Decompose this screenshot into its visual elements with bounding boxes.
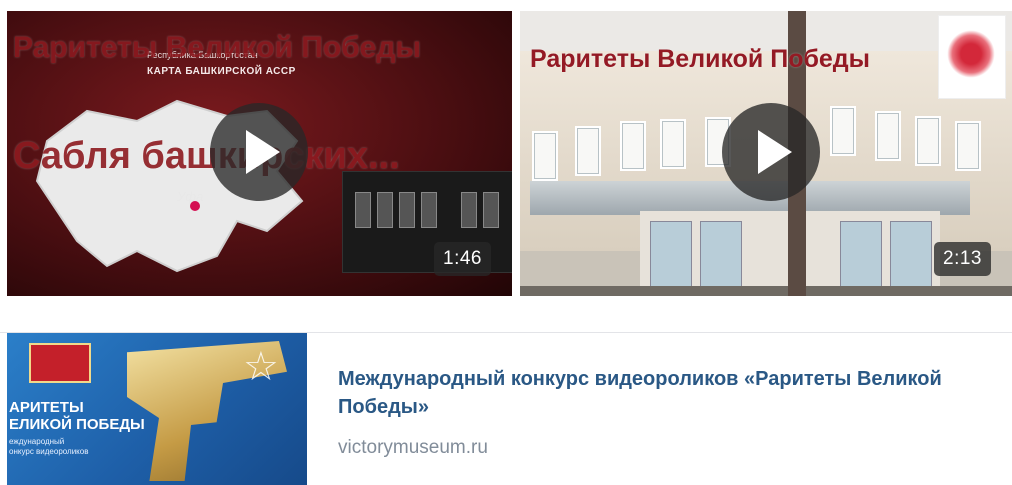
building-window — [915, 116, 941, 166]
scene-label-map: КАРТА БАШКИРСКОЙ АССР — [147, 66, 296, 77]
star-icon: ☆ — [243, 345, 279, 389]
logo-emblem-icon — [947, 30, 995, 78]
exhibit-frame — [399, 192, 415, 228]
shop-window — [700, 221, 742, 293]
exhibit-frame — [483, 192, 499, 228]
building-window — [575, 126, 601, 176]
video-2-overlay-title: Раритеты Великой Победы — [530, 45, 871, 73]
thumb-subtitle: еждународный онкурс видеороликов — [9, 437, 88, 457]
thumb-subtitle-line-1: еждународный — [9, 437, 65, 446]
play-icon — [758, 130, 792, 174]
link-thumbnail[interactable]: ☆ АРИТЕТЫ ЕЛИКОЙ ПОБЕДЫ еждународный онк… — [7, 333, 307, 485]
shop-window — [840, 221, 882, 293]
badge-graphic — [29, 343, 91, 383]
building-window — [955, 121, 981, 171]
building-window — [532, 131, 558, 181]
link-domain[interactable]: victorymuseum.ru — [338, 437, 488, 459]
video-thumbnail-1[interactable]: Республика Башкортостан КАРТА БАШКИРСКОЙ… — [7, 11, 512, 296]
building-window — [660, 119, 686, 169]
link-preview-card[interactable]: ☆ АРИТЕТЫ ЕЛИКОЙ ПОБЕДЫ еждународный онк… — [0, 333, 1012, 485]
thumb-subtitle-line-2: онкурс видеороликов — [9, 447, 89, 456]
video-duration: 1:46 — [434, 242, 491, 276]
link-title[interactable]: Международный конкурс видеороликов «Рари… — [338, 365, 978, 421]
video-1-overlay-title: Раритеты Великой Победы — [13, 31, 422, 64]
building-window — [875, 111, 901, 161]
ground — [520, 286, 1012, 296]
thumb-title-line-2: ЕЛИКОЙ ПОБЕДЫ — [9, 416, 145, 433]
shop-window — [650, 221, 692, 293]
city-marker — [190, 201, 200, 211]
video-duration: 2:13 — [934, 242, 991, 276]
museum-logo — [938, 15, 1006, 99]
thumb-title: АРИТЕТЫ ЕЛИКОЙ ПОБЕДЫ — [9, 399, 145, 433]
shop-window — [890, 221, 932, 293]
exhibit-frame — [355, 192, 371, 228]
thumb-title-line-1: АРИТЕТЫ — [9, 399, 84, 416]
exhibit-frame — [421, 192, 437, 228]
play-icon — [246, 130, 280, 174]
building-window — [620, 121, 646, 171]
exhibit-frame — [377, 192, 393, 228]
play-button[interactable] — [722, 103, 820, 201]
building-window — [830, 106, 856, 156]
play-button[interactable] — [210, 103, 308, 201]
video-1-overlay-subtitle: Сабля башкирских... — [13, 135, 400, 177]
video-thumbnail-2[interactable]: Раритеты Великой Победы 2:13 — [520, 11, 1012, 296]
exhibit-frame — [461, 192, 477, 228]
